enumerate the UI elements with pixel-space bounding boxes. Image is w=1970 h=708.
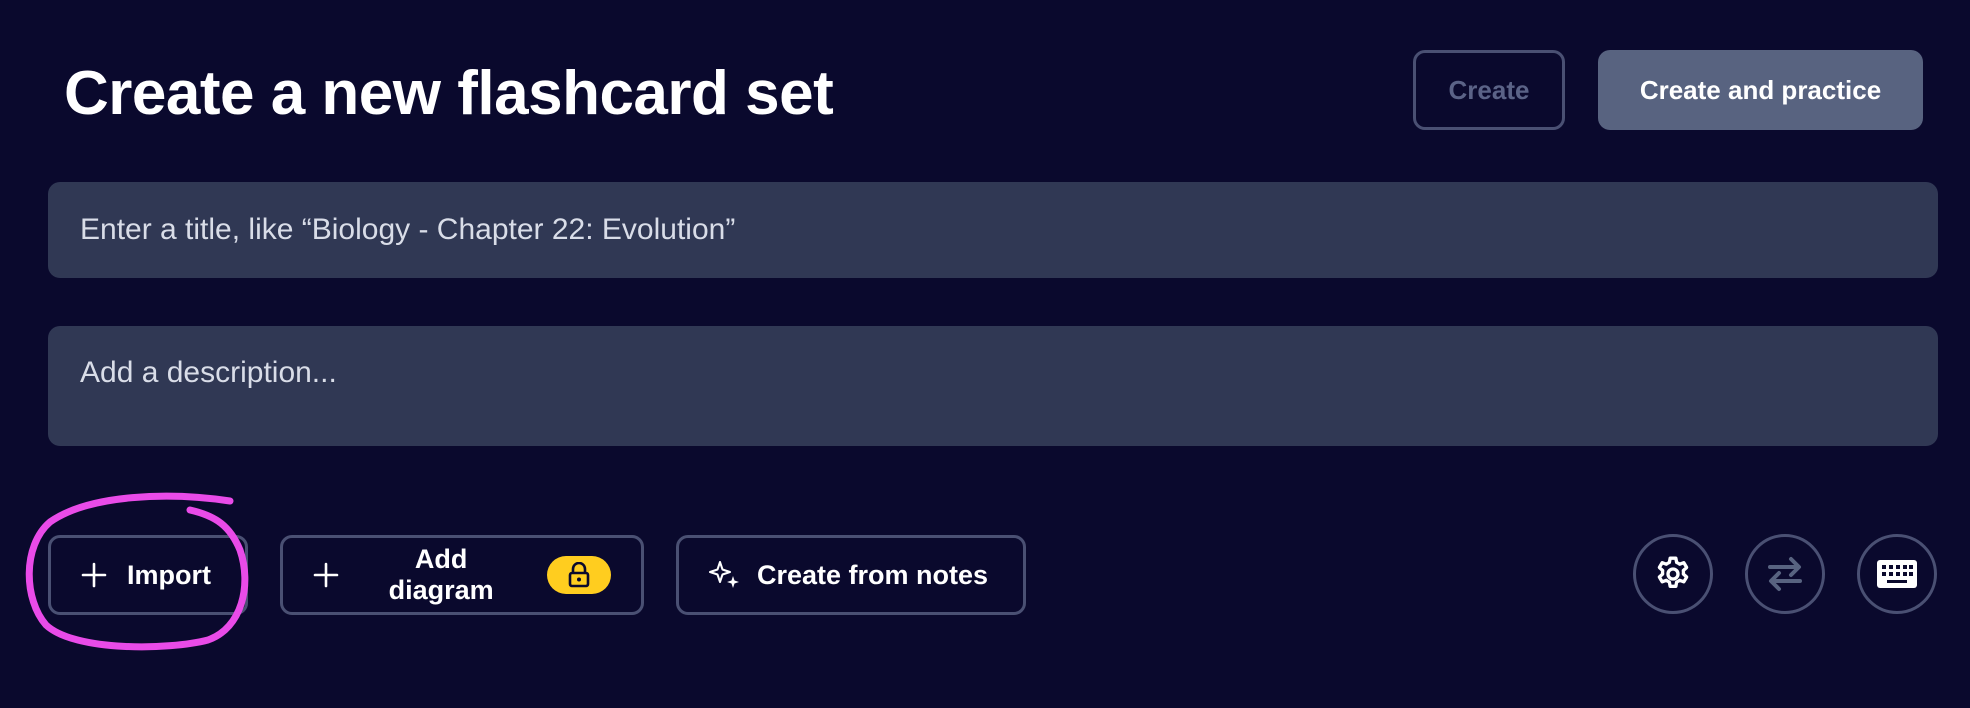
swap-arrows-icon bbox=[1764, 554, 1806, 594]
keyboard-icon bbox=[1876, 559, 1918, 589]
description-placeholder: Add a description... bbox=[80, 356, 337, 389]
create-and-practice-label: Create and practice bbox=[1639, 74, 1882, 105]
import-label: Import bbox=[127, 559, 211, 590]
add-diagram-label: Add diagram bbox=[388, 544, 494, 605]
sparkles-icon bbox=[709, 559, 741, 591]
description-input[interactable]: Add a description... bbox=[48, 326, 1938, 446]
add-diagram-button[interactable]: Add diagram bbox=[280, 535, 644, 615]
create-set-page: Create a new flashcard set Create Create… bbox=[0, 0, 1970, 708]
create-button[interactable]: Create bbox=[1413, 50, 1565, 130]
gear-icon bbox=[1653, 554, 1693, 594]
create-from-notes-button[interactable]: Create from notes bbox=[676, 535, 1026, 615]
lock-icon bbox=[567, 562, 591, 588]
settings-button[interactable] bbox=[1633, 534, 1713, 614]
create-button-label: Create bbox=[1448, 74, 1530, 105]
plus-icon bbox=[313, 562, 339, 588]
create-and-practice-button[interactable]: Create and practice bbox=[1598, 50, 1923, 130]
create-from-notes-label: Create from notes bbox=[757, 559, 989, 590]
page-title: Create a new flashcard set bbox=[64, 59, 834, 128]
plus-icon bbox=[81, 562, 107, 588]
keyboard-shortcuts-button[interactable] bbox=[1857, 534, 1937, 614]
title-placeholder: Enter a title, like “Biology - Chapter 2… bbox=[80, 213, 736, 246]
lock-badge bbox=[547, 556, 611, 594]
swap-button[interactable] bbox=[1745, 534, 1825, 614]
title-input[interactable]: Enter a title, like “Biology - Chapter 2… bbox=[48, 182, 1938, 278]
import-button[interactable]: Import bbox=[48, 535, 248, 615]
